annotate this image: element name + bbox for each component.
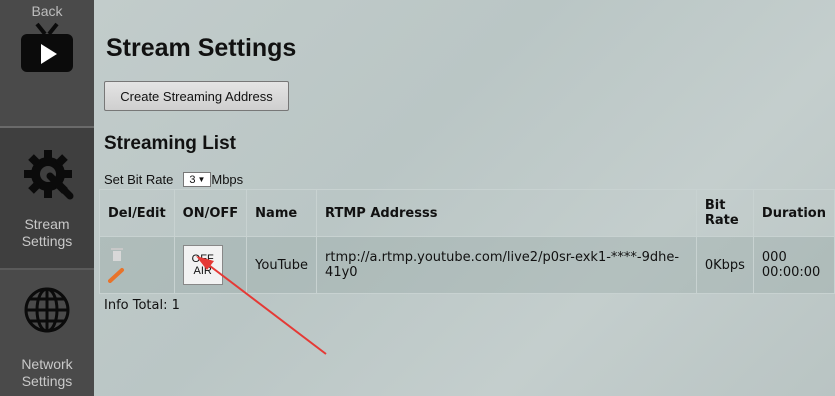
col-on-off: ON/OFF <box>173 189 248 237</box>
on-off-cell: OFF AIR <box>173 236 248 294</box>
sidebar-item-label: Settings <box>21 373 73 389</box>
col-del-edit: Del/Edit <box>99 189 175 237</box>
duration-line2: 00:00:00 <box>761 265 821 280</box>
table-row: OFF AIR YouTube rtmp://a.rtmp.youtube.co… <box>99 236 835 294</box>
toggle-line2: AIR <box>193 265 212 277</box>
page-title: Stream Settings <box>106 34 297 62</box>
chevron-down-icon: ▼ <box>197 175 206 184</box>
sidebar-item-back[interactable]: Back <box>0 0 94 128</box>
bitrate-unit: Mbps <box>211 172 244 187</box>
trash-icon[interactable] <box>110 247 124 263</box>
streaming-table: Del/Edit ON/OFF Name RTMP Addresss Bit R… <box>99 189 835 294</box>
col-bit-rate: Bit Rate <box>695 189 754 237</box>
main-panel: Stream Settings Create Streaming Address… <box>94 0 835 396</box>
col-bit-rate-line2: Rate <box>704 213 739 228</box>
sidebar-item-label: Back <box>31 3 63 19</box>
toggle-line1: OFF <box>191 253 214 265</box>
duration-cell: 000 00:00:00 <box>752 236 835 294</box>
bitrate-row: Set Bit Rate 3 ▼ Mbps <box>104 172 243 187</box>
create-streaming-address-button[interactable]: Create Streaming Address <box>104 81 289 111</box>
sidebar-item-stream-settings[interactable]: Stream Settings <box>0 128 94 268</box>
bitrate-label: Set Bit Rate <box>104 172 174 187</box>
bitrate-select[interactable]: 3 ▼ <box>183 172 212 187</box>
col-duration: Duration <box>752 189 835 237</box>
rtmp-cell: rtmp://a.rtmp.youtube.com/live2/p0sr-exk… <box>316 236 697 294</box>
name-cell: YouTube <box>246 236 318 294</box>
globe-icon <box>24 287 70 333</box>
col-rtmp-address: RTMP Addresss <box>316 189 697 237</box>
gear-icon <box>24 150 74 200</box>
del-edit-cell <box>99 236 175 294</box>
tv-play-icon <box>21 22 73 72</box>
info-total: Info Total: 1 <box>104 298 180 313</box>
col-name: Name <box>246 189 318 237</box>
sidebar: Back Stream Settings Network Settings <box>0 0 94 396</box>
sidebar-item-network-settings[interactable]: Network Settings <box>0 268 94 396</box>
sidebar-item-label: Settings <box>21 233 73 249</box>
sidebar-item-label: Stream <box>24 216 70 232</box>
edit-icon[interactable] <box>108 267 126 283</box>
sidebar-item-label: Network <box>21 356 73 372</box>
section-title: Streaming List <box>104 133 236 154</box>
on-air-toggle-button[interactable]: OFF AIR <box>182 245 223 285</box>
bitrate-value: 3 <box>189 173 196 186</box>
col-bit-rate-line1: Bit <box>704 198 726 213</box>
bitrate-cell: 0Kbps <box>695 236 754 294</box>
duration-line1: 000 <box>761 250 787 265</box>
table-header-row: Del/Edit ON/OFF Name RTMP Addresss Bit R… <box>99 189 835 237</box>
